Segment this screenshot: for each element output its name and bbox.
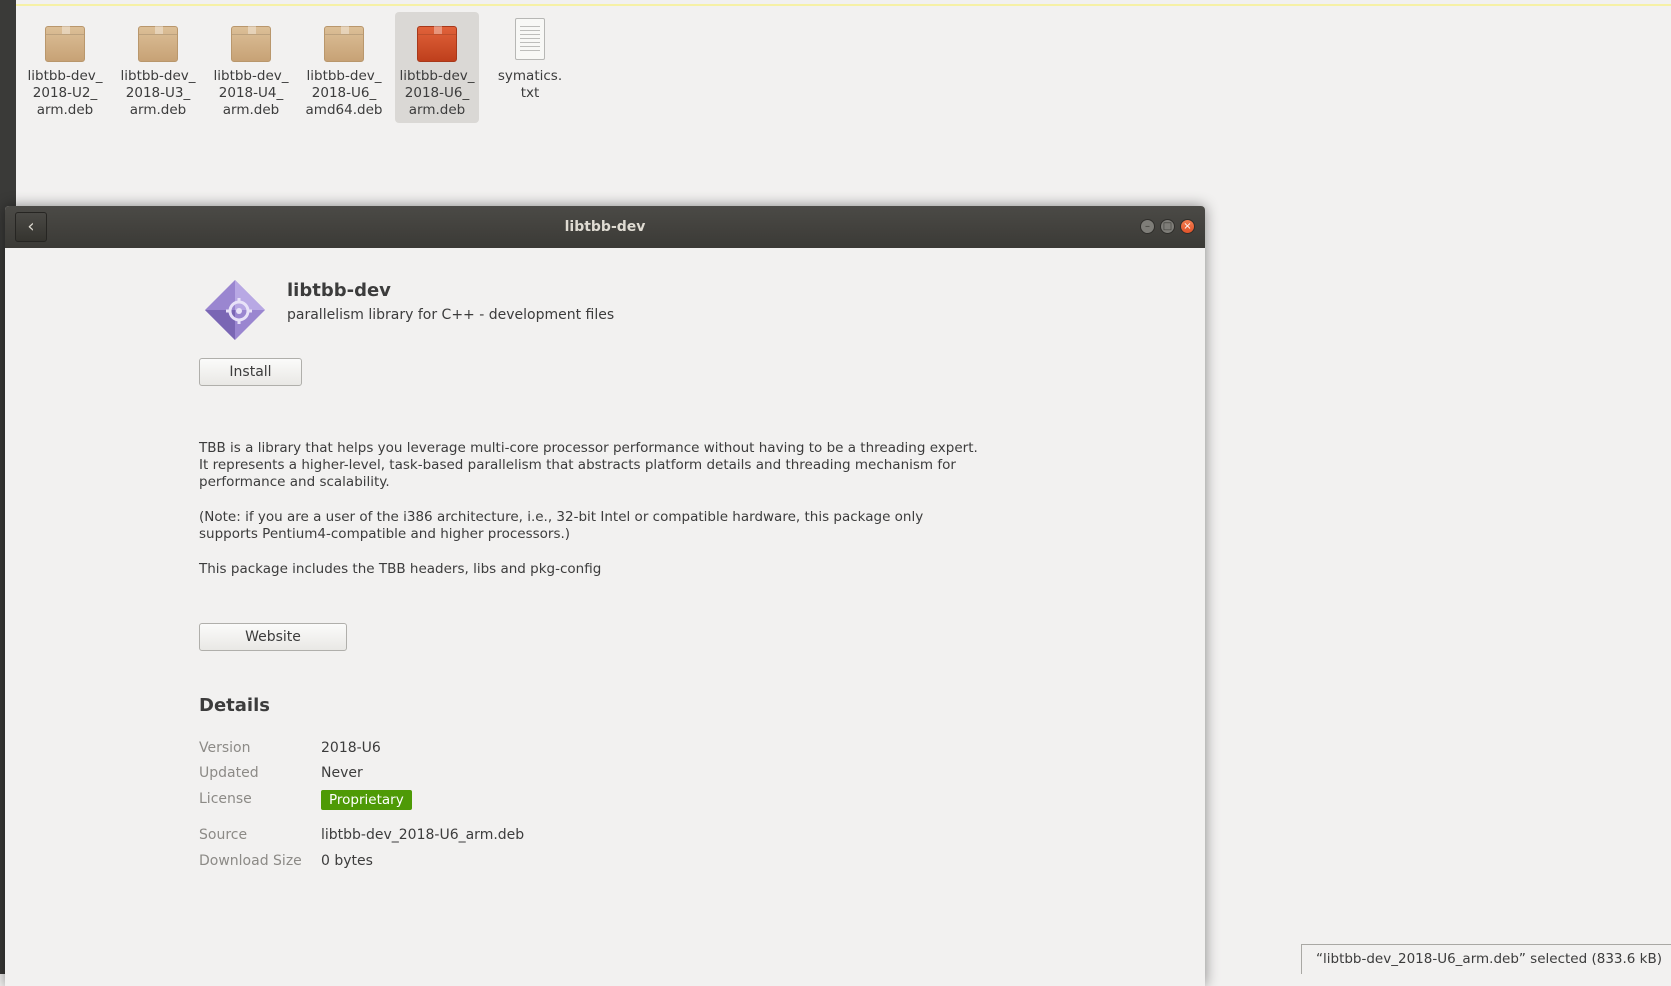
description-paragraph: TBB is a library that helps you leverage… — [199, 440, 978, 490]
close-button[interactable]: × — [1180, 219, 1195, 234]
dialog-content: libtbb-dev parallelism library for C++ -… — [5, 248, 1205, 986]
file-manager-top-border — [16, 4, 1671, 6]
description-paragraph: This package includes the TBB headers, l… — [199, 561, 602, 577]
package-icon — [136, 18, 180, 66]
chevron-left-icon: ‹ — [27, 216, 35, 237]
app-name: libtbb-dev — [287, 280, 391, 301]
titlebar: libtbb-dev ‹ – □ × — [5, 206, 1205, 248]
file-label: symatics. txt — [497, 68, 563, 101]
maximize-icon: □ — [1162, 221, 1173, 232]
detail-value: 0 bytes — [321, 853, 373, 869]
maximize-button[interactable]: □ — [1160, 219, 1175, 234]
file-item[interactable]: libtbb-dev_ 2018-U6_ amd64.deb — [302, 12, 386, 123]
detail-value: Never — [321, 765, 363, 781]
selection-status-bar: “libtbb-dev_2018-U6_arm.deb” selected (8… — [1301, 944, 1671, 974]
package-icon — [43, 18, 87, 66]
file-item-selected[interactable]: libtbb-dev_ 2018-U6_ arm.deb — [395, 12, 479, 123]
text-file-icon — [508, 18, 552, 66]
file-label: libtbb-dev_ 2018-U6_ amd64.deb — [305, 68, 383, 118]
detail-key: Source — [199, 827, 248, 843]
website-button[interactable]: Website — [199, 623, 347, 651]
file-item[interactable]: libtbb-dev_ 2018-U2_ arm.deb — [23, 12, 107, 123]
package-icon-selected — [415, 18, 459, 66]
detail-key: License — [199, 791, 252, 807]
package-description: TBB is a library that helps you leverage… — [199, 440, 979, 596]
detail-value: 2018-U6 — [321, 740, 381, 756]
close-icon: × — [1183, 221, 1192, 232]
package-icon — [229, 18, 273, 66]
file-label: libtbb-dev_ 2018-U2_ arm.deb — [27, 68, 103, 118]
detail-key: Updated — [199, 765, 259, 781]
window-title: libtbb-dev — [564, 219, 646, 235]
package-install-dialog: libtbb-dev ‹ – □ × libtbb-dev parallelis… — [5, 206, 1205, 986]
description-paragraph: (Note: if you are a user of the i386 arc… — [199, 509, 924, 542]
detail-key: Download Size — [199, 853, 302, 869]
detail-value: libtbb-dev_2018-U6_arm.deb — [321, 827, 525, 843]
file-label: libtbb-dev_ 2018-U4_ arm.deb — [213, 68, 289, 118]
file-label: libtbb-dev_ 2018-U3_ arm.deb — [120, 68, 196, 118]
package-icon — [322, 18, 366, 66]
file-item[interactable]: symatics. txt — [488, 12, 572, 106]
file-label: libtbb-dev_ 2018-U6_ arm.deb — [399, 68, 475, 118]
details-heading: Details — [199, 695, 270, 716]
file-item[interactable]: libtbb-dev_ 2018-U4_ arm.deb — [209, 12, 293, 123]
detail-key: Version — [199, 740, 251, 756]
license-badge[interactable]: Proprietary — [321, 790, 412, 810]
package-app-icon — [205, 280, 265, 340]
minimize-icon: – — [1145, 221, 1150, 232]
license-value: Proprietary — [321, 790, 412, 810]
back-button[interactable]: ‹ — [15, 212, 47, 242]
app-summary: parallelism library for C++ - developmen… — [287, 307, 615, 323]
minimize-button[interactable]: – — [1140, 219, 1155, 234]
install-button[interactable]: Install — [199, 358, 302, 386]
file-item[interactable]: libtbb-dev_ 2018-U3_ arm.deb — [116, 12, 200, 123]
